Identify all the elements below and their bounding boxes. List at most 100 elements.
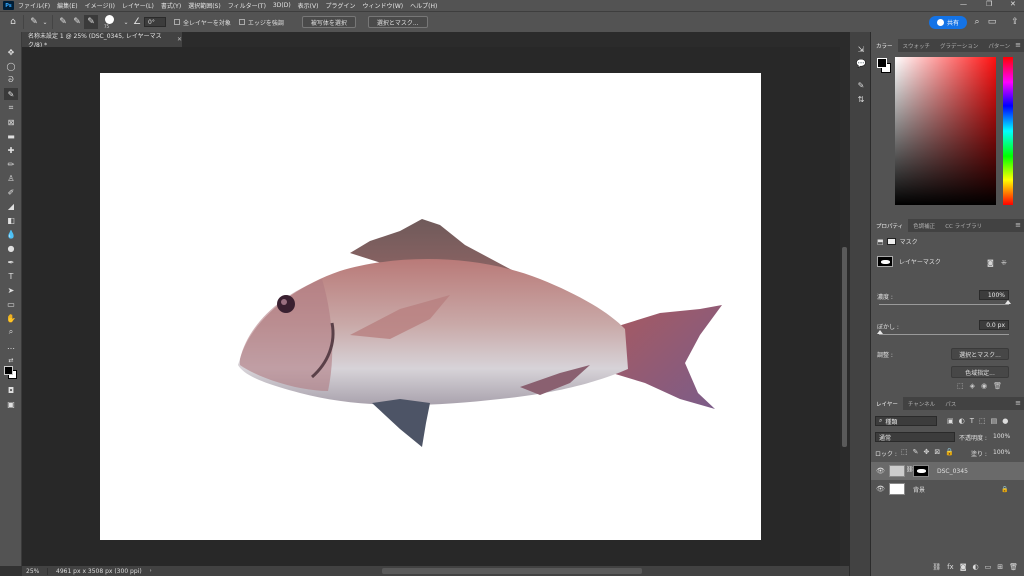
chevron-down-icon[interactable]: ⌄ <box>122 15 130 29</box>
new-selection-icon[interactable]: ✎ <box>56 15 70 29</box>
lock-position-icon[interactable]: ✥ <box>924 448 930 456</box>
blend-mode-select[interactable]: 通常 <box>875 432 955 442</box>
hand-tool-icon[interactable]: ✋ <box>4 312 18 324</box>
minimize-icon[interactable]: — <box>960 0 967 8</box>
link-layers-icon[interactable]: ⛓ <box>932 563 941 571</box>
quick-select-tool-icon[interactable]: ✎ <box>27 15 41 29</box>
menu-help[interactable]: ヘルプ(H) <box>410 1 437 10</box>
density-slider[interactable] <box>879 304 1009 305</box>
swap-colors-icon[interactable]: ⇄ <box>4 354 18 366</box>
adjustment-layer-icon[interactable]: ◐ <box>973 563 979 571</box>
apply-icon[interactable]: ◈ <box>970 382 975 390</box>
menu-image[interactable]: イメージ(I) <box>85 1 115 10</box>
new-layer-icon[interactable]: ⊞ <box>997 563 1003 571</box>
chevron-down-icon[interactable]: ⌄ <box>41 15 49 29</box>
density-input[interactable]: 100% <box>979 290 1009 300</box>
move-tool-icon[interactable]: ✥ <box>4 46 18 58</box>
layer-filter-select[interactable]: ⌕ 種類 <box>875 416 937 426</box>
delete-layer-icon[interactable]: 🗑 <box>1009 563 1018 571</box>
zoom-tool-icon[interactable]: ⌕ <box>4 326 18 338</box>
menu-select[interactable]: 選択範囲(S) <box>188 1 221 10</box>
tab-paths[interactable]: パス <box>940 397 961 410</box>
tab-channels[interactable]: チャンネル <box>903 397 940 410</box>
brush-tool-icon[interactable]: ✏ <box>4 158 18 170</box>
history-brush-tool-icon[interactable]: ✐ <box>4 186 18 198</box>
eyedropper-tool-icon[interactable]: ▬ <box>4 130 18 142</box>
subtract-selection-icon[interactable]: ✎ <box>84 15 98 29</box>
enhance-edge-checkbox[interactable]: エッジを強調 <box>238 18 284 27</box>
close-icon[interactable]: ✕ <box>1010 0 1016 8</box>
eraser-tool-icon[interactable]: ◢ <box>4 200 18 212</box>
visibility-icon[interactable]: 👁 <box>876 467 885 475</box>
color-range-button[interactable]: 色域指定... <box>951 366 1009 378</box>
rectangle-tool-icon[interactable]: ▭ <box>4 298 18 310</box>
healing-brush-tool-icon[interactable]: ✚ <box>4 144 18 156</box>
opacity-value[interactable]: 100% <box>993 433 1010 440</box>
share-button[interactable]: 共有 <box>929 16 967 29</box>
export-icon[interactable]: ⇪ <box>1008 15 1022 29</box>
layer-mask-thumbnail[interactable] <box>913 465 929 477</box>
select-pixels-icon[interactable]: ◙ <box>987 259 994 267</box>
delete-icon[interactable]: 🗑 <box>993 382 1002 390</box>
panel-menu-icon[interactable]: ≡ <box>1015 399 1021 407</box>
feather-slider-knob[interactable] <box>877 330 883 334</box>
menu-3d[interactable]: 3D(D) <box>273 2 291 9</box>
new-group-icon[interactable]: ▭ <box>985 563 992 571</box>
select-subject-button[interactable]: 被写体を選択 <box>301 16 356 28</box>
tab-gradients[interactable]: グラデーション <box>935 39 983 52</box>
hue-slider[interactable] <box>1003 57 1013 205</box>
filter-toggle-icon[interactable]: ● <box>1002 417 1008 425</box>
brush-settings-icon[interactable]: ✎ <box>855 80 867 91</box>
tab-layers[interactable]: レイヤー <box>871 397 903 410</box>
comments-icon[interactable]: 💬 <box>855 58 867 69</box>
fill-value[interactable]: 100% <box>993 449 1010 456</box>
filter-adjustment-icon[interactable]: ◐ <box>959 417 965 425</box>
lasso-tool-icon[interactable]: ᘐ <box>4 74 18 86</box>
filter-pixel-icon[interactable]: ▣ <box>947 417 954 425</box>
zoom-level[interactable]: 25% <box>22 567 48 575</box>
density-slider-knob[interactable] <box>1005 300 1011 304</box>
menu-window[interactable]: ウィンドウ(W) <box>362 1 403 10</box>
dodge-tool-icon[interactable]: ● <box>4 242 18 254</box>
tab-patterns[interactable]: パターン <box>983 39 1015 52</box>
panel-menu-icon[interactable]: ≡ <box>1015 221 1021 229</box>
select-and-mask-button[interactable]: 選択とマスク... <box>367 16 428 28</box>
color-picker-field[interactable] <box>895 57 996 205</box>
foreground-color-swatch[interactable] <box>4 366 13 375</box>
menu-filter[interactable]: フィルター(T) <box>228 1 266 10</box>
tab-swatches[interactable]: スウォッチ <box>898 39 936 52</box>
tab-properties[interactable]: プロパティ <box>871 219 909 232</box>
load-selection-icon[interactable]: ⬚ <box>957 382 964 390</box>
clone-stamp-tool-icon[interactable]: ♙ <box>4 172 18 184</box>
select-and-mask-button[interactable]: 選択とマスク... <box>951 348 1009 360</box>
feather-input[interactable]: 0.0 px <box>979 320 1009 330</box>
lock-all-icon[interactable]: 🔒 <box>945 448 954 456</box>
history-icon[interactable]: ⇲ <box>855 44 867 55</box>
document-canvas[interactable] <box>100 73 761 540</box>
adjust-icon[interactable]: ⇅ <box>855 94 867 105</box>
visibility-icon[interactable]: 👁 <box>876 485 885 493</box>
tab-cc-libraries[interactable]: CC ライブラリ <box>940 219 987 232</box>
frame-tool-icon[interactable]: ⊠ <box>4 116 18 128</box>
document-tab[interactable]: 名称未設定 1 @ 25% (DSC_0345, レイヤーマスク/8) * ✕ <box>22 32 182 49</box>
vector-mask-icon[interactable] <box>886 238 896 245</box>
maximize-icon[interactable]: ❐ <box>986 0 992 8</box>
tab-adjustments[interactable]: 色調補正 <box>908 219 940 232</box>
layer-row[interactable]: 👁 ⛓ DSC_0345 <box>871 462 1024 480</box>
menu-edit[interactable]: 編集(E) <box>57 1 77 10</box>
foreground-color-swatch[interactable] <box>877 58 887 68</box>
filter-shape-icon[interactable]: ⬚ <box>979 417 986 425</box>
brush-size-picker[interactable]: 75 <box>102 14 122 30</box>
scrollbar-thumb[interactable] <box>842 247 847 447</box>
color-swatches[interactable] <box>4 366 18 380</box>
feather-slider[interactable] <box>879 334 1009 335</box>
menu-view[interactable]: 表示(V) <box>298 1 319 10</box>
blur-tool-icon[interactable]: 💧 <box>4 228 18 240</box>
screen-mode-icon[interactable]: ▣ <box>4 398 18 410</box>
visibility-icon[interactable]: ◉ <box>981 382 987 390</box>
panel-menu-icon[interactable]: ≡ <box>1015 41 1021 49</box>
apply-mask-icon[interactable]: ⁜ <box>1001 259 1007 267</box>
filter-smart-object-icon[interactable]: ▤ <box>991 417 998 425</box>
crop-tool-icon[interactable]: ⌗ <box>4 102 18 114</box>
menu-layer[interactable]: レイヤー(L) <box>122 1 154 10</box>
